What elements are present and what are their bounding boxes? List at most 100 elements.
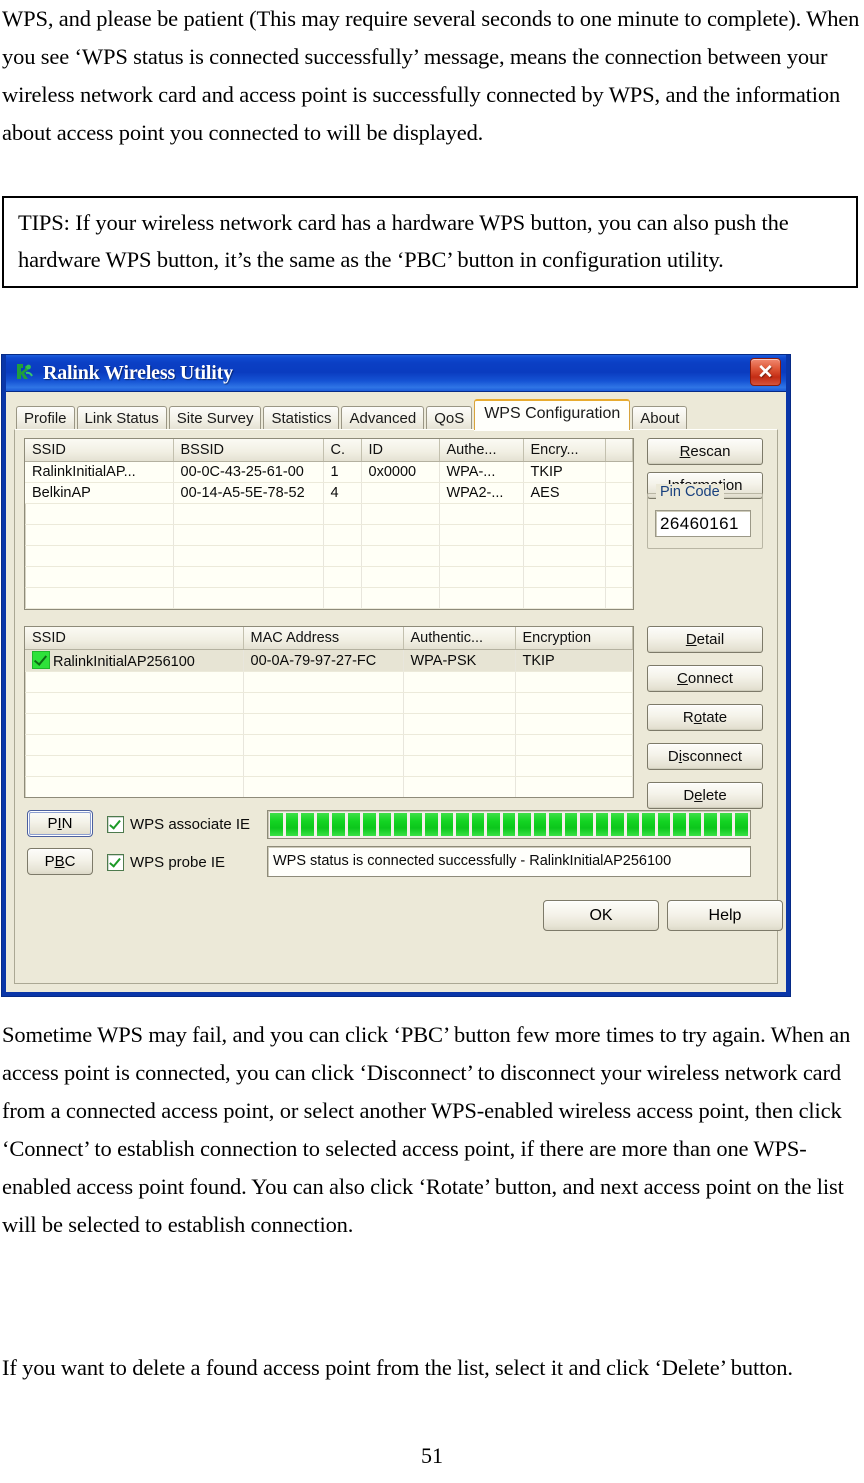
tab-wps-configuration[interactable]: WPS Configuration — [474, 399, 631, 430]
wps-probe-ie-checkbox[interactable] — [107, 854, 124, 871]
table-row[interactable]: BelkinAP 00-14-A5-5E-78-52 4 WPA2-... AE… — [25, 482, 633, 504]
window-titlebar: Ralink Wireless Utility ✕ — [6, 355, 786, 392]
ap-list-view[interactable]: SSID BSSID C. ID Authe... Encry... Ralin… — [24, 438, 634, 610]
rotate-button[interactable]: Rotate — [647, 704, 763, 731]
delete-label-pre: D — [683, 787, 695, 804]
pin-button[interactable]: PIN — [27, 810, 93, 837]
table-row[interactable]: RalinkInitialAP... 00-0C-43-25-61-00 1 0… — [25, 461, 633, 483]
ap-col-bssid[interactable]: BSSID — [173, 439, 324, 462]
ap-cell-channel: 1 — [323, 461, 362, 483]
table-row-empty[interactable] — [25, 713, 633, 735]
connect-button[interactable]: Connect — [647, 665, 763, 692]
progress-segment — [409, 813, 423, 836]
help-button[interactable]: Help — [667, 900, 783, 931]
wps-status-bar: WPS status is connected successfully - R… — [267, 846, 751, 877]
pin-code-group: Pin Code 26460161 — [647, 484, 763, 549]
tab-about[interactable]: About — [632, 406, 688, 431]
ap-col-ssid[interactable]: SSID — [25, 439, 174, 462]
ap-cell-ssid: RalinkInitialAP... — [25, 461, 174, 483]
ap-cell-bssid: 00-14-A5-5E-78-52 — [173, 482, 324, 504]
table-row-empty[interactable] — [25, 566, 633, 588]
ap-cell-spare — [605, 482, 633, 504]
profile-cell-auth: WPA-PSK — [403, 649, 516, 672]
ap-cell-channel: 4 — [323, 482, 362, 504]
table-row-empty[interactable] — [25, 734, 633, 756]
wps-associate-ie-row[interactable]: WPS associate IE — [107, 816, 250, 833]
wps-progress-bar — [267, 810, 751, 839]
page-number: 51 — [421, 1443, 443, 1468]
rescan-label-rest: escan — [690, 443, 731, 460]
ap-col-spare[interactable] — [605, 439, 633, 462]
progress-segment — [332, 813, 345, 836]
progress-segment — [704, 813, 717, 836]
profile-col-mac-address[interactable]: MAC Address — [243, 627, 404, 650]
progress-segment — [456, 813, 469, 836]
ap-col-encryption[interactable]: Encry... — [523, 439, 606, 462]
disconnect-label-pre: D — [667, 748, 679, 765]
pbc-button[interactable]: PBC — [27, 848, 93, 875]
progress-segment — [425, 813, 438, 836]
pin-code-group-title: Pin Code — [656, 484, 724, 500]
profile-col-authentication[interactable]: Authentic... — [403, 627, 516, 650]
progress-segment — [440, 813, 454, 836]
tab-advanced[interactable]: Advanced — [341, 406, 425, 431]
ap-col-channel[interactable]: C. — [323, 439, 362, 462]
profile-col-encryption[interactable]: Encryption — [515, 627, 633, 650]
close-icon[interactable]: ✕ — [750, 358, 781, 386]
profile-ssid-text: RalinkInitialAP256100 — [53, 654, 195, 670]
disconnect-button[interactable]: Disconnect — [647, 743, 763, 770]
table-row-empty[interactable] — [25, 776, 633, 797]
ralink-logo-icon — [14, 362, 36, 384]
tab-qos[interactable]: QoS — [426, 406, 473, 431]
profile-cell-encryption: TKIP — [515, 649, 633, 672]
wps-associate-ie-checkbox[interactable] — [107, 816, 124, 833]
rescan-button[interactable]: Rescan — [647, 438, 763, 465]
profile-col-ssid[interactable]: SSID — [25, 627, 244, 650]
progress-segment — [316, 813, 330, 836]
wps-probe-ie-row[interactable]: WPS probe IE — [107, 854, 225, 871]
ap-col-id[interactable]: ID — [361, 439, 440, 462]
tab-link-status[interactable]: Link Status — [76, 406, 167, 431]
profile-action-button-column: Detail Connect Rotate Disconnect Delete — [647, 626, 763, 809]
ap-cell-encryption: TKIP — [523, 461, 606, 483]
progress-segment — [657, 813, 671, 836]
rotate-label-pre: R — [682, 709, 694, 726]
table-row-empty[interactable] — [25, 524, 633, 546]
table-row[interactable]: RalinkInitialAP256100 00-0A-79-97-27-FC … — [25, 649, 633, 672]
tab-statistics[interactable]: Statistics — [263, 406, 340, 431]
table-row-empty[interactable] — [25, 545, 633, 567]
table-row-empty[interactable] — [25, 755, 633, 777]
progress-segment — [471, 813, 485, 836]
table-row-empty[interactable] — [25, 692, 633, 714]
profile-cell-mac: 00-0A-79-97-27-FC — [243, 649, 404, 672]
wps-profile-list-view[interactable]: SSID MAC Address Authentic... Encryption… — [24, 626, 634, 798]
progress-segment — [642, 813, 655, 836]
profile-header-row: SSID MAC Address Authentic... Encryption — [25, 627, 633, 650]
table-row-empty[interactable] — [25, 503, 633, 525]
tab-site-survey[interactable]: Site Survey — [168, 406, 262, 431]
delete-button[interactable]: Delete — [647, 782, 763, 809]
disconnect-label-rest: sconnect — [682, 748, 743, 765]
tab-profile[interactable]: Profile — [16, 406, 75, 431]
ap-cell-spare — [605, 461, 633, 483]
progress-segment — [611, 813, 624, 836]
ap-cell-ssid: BelkinAP — [25, 482, 174, 504]
pin-code-input[interactable]: 26460161 — [655, 510, 751, 537]
profile-cell-ssid: RalinkInitialAP256100 — [25, 649, 244, 672]
progress-segment — [394, 813, 407, 836]
progress-segment — [735, 813, 748, 836]
ap-cell-authentication: WPA2-... — [439, 482, 524, 504]
progress-segment — [378, 813, 392, 836]
window-title: Ralink Wireless Utility — [43, 361, 233, 384]
table-row-empty[interactable] — [25, 671, 633, 693]
wps-configuration-panel: SSID BSSID C. ID Authe... Encry... Ralin… — [14, 429, 783, 984]
detail-label-rest: etail — [696, 631, 725, 648]
ok-button[interactable]: OK — [543, 900, 659, 931]
table-row-empty[interactable] — [25, 587, 633, 609]
ap-col-authentication[interactable]: Authe... — [439, 439, 524, 462]
ap-cell-encryption: AES — [523, 482, 606, 504]
progress-segment — [580, 813, 593, 836]
detail-button[interactable]: Detail — [647, 626, 763, 653]
ap-list-table: SSID BSSID C. ID Authe... Encry... Ralin… — [25, 439, 633, 609]
progress-segment — [518, 813, 531, 836]
